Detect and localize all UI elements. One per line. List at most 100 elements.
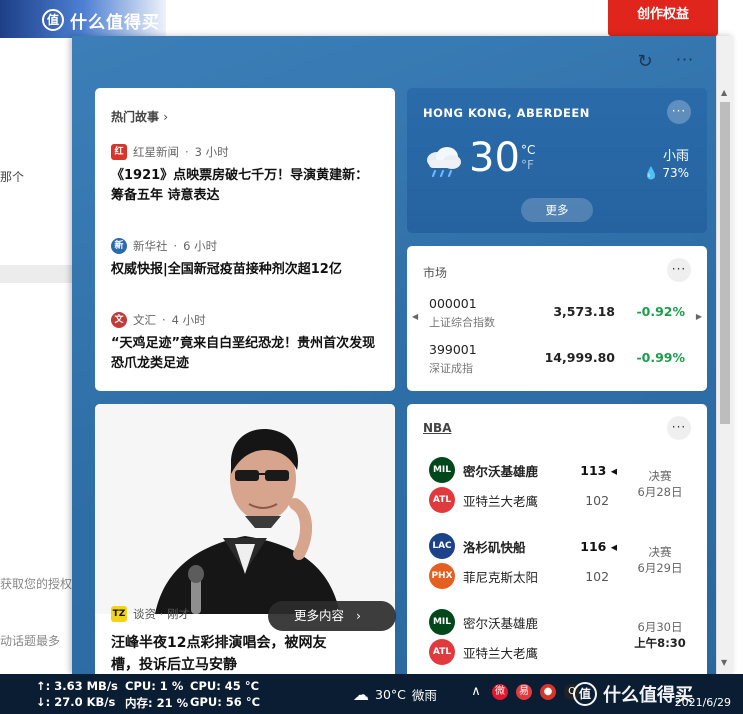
team-name: 菲尼克斯太阳 — [463, 569, 539, 585]
team-row[interactable]: MIL 密尔沃基雄鹿 — [429, 608, 617, 636]
panel-scrollbar[interactable]: ▲ ▼ — [716, 36, 733, 674]
chevron-right-icon: › — [356, 608, 361, 623]
nba-header-link[interactable]: NBA — [423, 421, 451, 435]
scroll-thumb[interactable] — [720, 102, 730, 424]
news-source: 红星新闻 — [133, 145, 179, 159]
widgets-panel: ↻ ··· 热门故事 › 红 红星新闻 · 3 小时 《1921》点映票房破七千… — [72, 36, 733, 674]
market-card: 市场 ··· ◀ ▶ 000001 上证综合指数 3,573.18 -0.92%… — [407, 246, 707, 391]
team-score: 102 — [585, 492, 610, 508]
taskbar-weather-condition: 微雨 — [411, 687, 437, 703]
stock-price: 3,573.18 — [553, 304, 615, 319]
weather-condition: 小雨 — [662, 149, 689, 164]
news-time: 3 小时 — [194, 145, 229, 159]
singer-photo-image — [95, 404, 395, 614]
chevron-up-icon[interactable]: ∧ — [468, 684, 484, 700]
nba-more-icon[interactable]: ··· — [667, 416, 691, 440]
top-stories-header[interactable]: 热门故事 › — [111, 108, 379, 125]
background-snippet: 那个 — [0, 170, 25, 184]
news-title[interactable]: 《1921》点映票房破七千万！导演黄建新：筹备五年 诗意表达 — [111, 166, 381, 206]
netease-icon[interactable]: 易 — [516, 684, 532, 700]
weather-more-icon[interactable]: ··· — [667, 100, 691, 124]
network-download: ↓: 27.0 KB/s — [36, 695, 116, 709]
more-content-button[interactable]: 更多内容 › — [268, 601, 396, 631]
team-score: 113 ◂ — [580, 462, 617, 478]
memory-usage: 内存: 21 % — [125, 696, 189, 710]
news-source: 文汇 — [133, 313, 156, 327]
rain-cloud-icon — [427, 147, 461, 178]
news-source: 谈资 · 刚才 — [133, 607, 190, 621]
background-header: 值 什么值得买 — [0, 0, 166, 38]
suns-logo-icon: PHX — [429, 563, 455, 589]
team-name: 亚特兰大老鹰 — [463, 493, 539, 509]
weather-more-button[interactable]: 更多 — [521, 198, 593, 222]
news-time: 6 小时 — [183, 239, 218, 253]
stock-name: 深证成指 — [429, 362, 473, 375]
scroll-up-icon[interactable]: ▲ — [721, 88, 727, 97]
refresh-icon[interactable]: ↻ — [635, 52, 655, 72]
market-more-icon[interactable]: ··· — [667, 258, 691, 282]
weather-card[interactable]: HONG KONG, ABERDEEN ··· 30 °C °F 小雨 💧 73… — [407, 88, 707, 233]
background-divider — [0, 265, 72, 283]
team-row[interactable]: MIL 密尔沃基雄鹿 113 ◂ — [429, 456, 617, 484]
story-photo[interactable] — [95, 404, 395, 614]
temperature-units[interactable]: °C °F — [521, 143, 535, 173]
taskbar-weather-temp: 30°C — [375, 686, 406, 702]
stock-price: 14,999.80 — [544, 350, 615, 365]
game-info: 决赛 6月29日 — [637, 545, 683, 575]
source-logo-icon: 红 — [111, 144, 127, 160]
system-tray: ∧ 微 易 ● Q — [468, 684, 580, 700]
source-logo-icon: TZ — [111, 606, 127, 622]
carousel-prev-icon[interactable]: ◀ — [412, 312, 418, 321]
raindrop-icon: 💧 — [643, 166, 659, 180]
news-item[interactable]: 红 红星新闻 · 3 小时 《1921》点映票房破七千万！导演黄建新：筹备五年 … — [111, 144, 381, 206]
game-info: 决赛 6月28日 — [637, 469, 683, 499]
smzdm-logo-icon: 值 — [573, 682, 597, 706]
weather-location: HONG KONG, ABERDEEN — [423, 106, 590, 120]
news-title[interactable]: 权威快报|全国新冠疫苗接种剂次超12亿 — [111, 260, 381, 280]
stock-change: -0.92% — [636, 304, 685, 319]
photo-story-card[interactable]: TZ 谈资 · 刚才 汪峰半夜12点彩排演唱会，被网友 槽，投诉后立马安静 — [95, 404, 395, 674]
game-info: 6月30日 上午8:30 — [634, 620, 686, 650]
weibo-icon[interactable]: 微 — [492, 684, 508, 700]
network-upload: ↑: 3.63 MB/s — [36, 679, 118, 693]
carousel-next-icon[interactable]: ▶ — [696, 312, 702, 321]
cpu-temperature: CPU: 45 °C — [190, 679, 260, 693]
news-item[interactable]: 新 新华社 · 6 小时 权威快报|全国新冠疫苗接种剂次超12亿 — [111, 238, 381, 280]
news-title[interactable]: “天鸡足迹”竟来自白垩纪恐龙！贵州首次发现恐爪龙类足迹 — [111, 334, 381, 374]
hawks-logo-icon: ATL — [429, 487, 455, 513]
bucks-logo-icon: MIL — [429, 609, 455, 635]
team-score: 116 ◂ — [580, 538, 617, 554]
gpu-temperature: GPU: 56 °C — [190, 695, 261, 709]
market-header: 市场 — [423, 266, 448, 280]
market-row[interactable]: 399001 深证成指 14,999.80 -0.99% — [429, 342, 685, 382]
team-row[interactable]: LAC 洛杉矶快船 116 ◂ — [429, 532, 617, 560]
taskbar-weather-button[interactable]: ☁ 30°C 微雨 — [353, 674, 463, 714]
team-name: 密尔沃基雄鹿 — [463, 615, 539, 631]
photo-story-title[interactable]: 汪峰半夜12点彩排演唱会，被网友 槽，投诉后立马安静 — [111, 632, 326, 674]
weather-humidity: 💧 73% — [643, 166, 689, 180]
stock-change: -0.99% — [636, 350, 685, 365]
bucks-logo-icon: MIL — [429, 457, 455, 483]
panel-more-icon[interactable]: ··· — [673, 50, 697, 70]
source-logo-icon: 文 — [111, 312, 127, 328]
clippers-logo-icon: LAC — [429, 533, 455, 559]
market-row[interactable]: 000001 上证综合指数 3,573.18 -0.92% — [429, 296, 685, 336]
scroll-down-icon[interactable]: ▼ — [721, 658, 727, 667]
team-row[interactable]: PHX 菲尼克斯太阳 102 — [429, 562, 617, 590]
unit-fahrenheit[interactable]: °F — [521, 158, 535, 173]
cpu-usage: CPU: 1 % — [125, 679, 184, 693]
team-name: 亚特兰大老鹰 — [463, 645, 539, 661]
smzdm-logo-icon: 值 — [42, 9, 64, 31]
news-item[interactable]: 文 文汇 · 4 小时 “天鸡足迹”竟来自白垩纪恐龙！贵州首次发现恐爪龙类足迹 — [111, 312, 381, 374]
team-row[interactable]: ATL 亚特兰大老鹰 — [429, 638, 617, 666]
smzdm-watermark: 值 什么值得买 — [573, 674, 743, 714]
unit-celsius[interactable]: °C — [521, 143, 535, 158]
creator-rights-button[interactable]: 创作权益 — [608, 0, 718, 36]
background-logo-text: 什么值得买 — [70, 13, 160, 33]
nba-card: NBA ··· MIL 密尔沃基雄鹿 113 ◂ ATL 亚特兰大老鹰 102 … — [407, 404, 707, 674]
app-tray-icon[interactable]: ● — [540, 684, 556, 700]
stock-code: 000001 — [429, 296, 477, 311]
team-row[interactable]: ATL 亚特兰大老鹰 102 — [429, 486, 617, 514]
team-name: 洛杉矶快船 — [463, 539, 526, 555]
news-source: 新华社 — [133, 239, 168, 253]
